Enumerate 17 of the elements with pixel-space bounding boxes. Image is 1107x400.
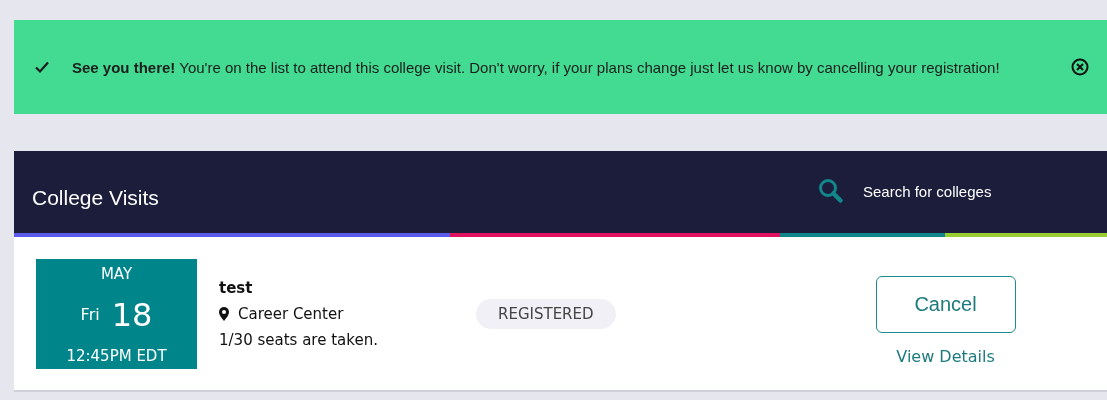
- location-text: Career Center: [238, 304, 344, 323]
- check-icon: [34, 59, 50, 75]
- date-weekday: Fri: [80, 305, 100, 324]
- search-field[interactable]: Search for colleges: [861, 181, 1085, 201]
- date-time: 12:45PM EDT: [66, 346, 167, 365]
- seats-text: 1/30 seats are taken.: [219, 330, 379, 349]
- view-details-link[interactable]: View Details: [896, 347, 995, 366]
- alert-message: See you there! You're on the list to attend this college visit. Don't worry, if your plans change just let us know by cancelling your registration!: [72, 57, 1001, 78]
- status-badge: REGISTERED: [476, 298, 616, 329]
- page-title: College Visits: [32, 186, 159, 210]
- search-icon[interactable]: [817, 177, 845, 205]
- cancel-button[interactable]: Cancel: [875, 276, 1016, 333]
- date-month: MAY: [100, 264, 133, 283]
- visit-title: test: [219, 278, 254, 297]
- location-pin-icon: [219, 306, 229, 321]
- close-icon[interactable]: [1071, 58, 1089, 76]
- date-day: 18: [111, 295, 153, 334]
